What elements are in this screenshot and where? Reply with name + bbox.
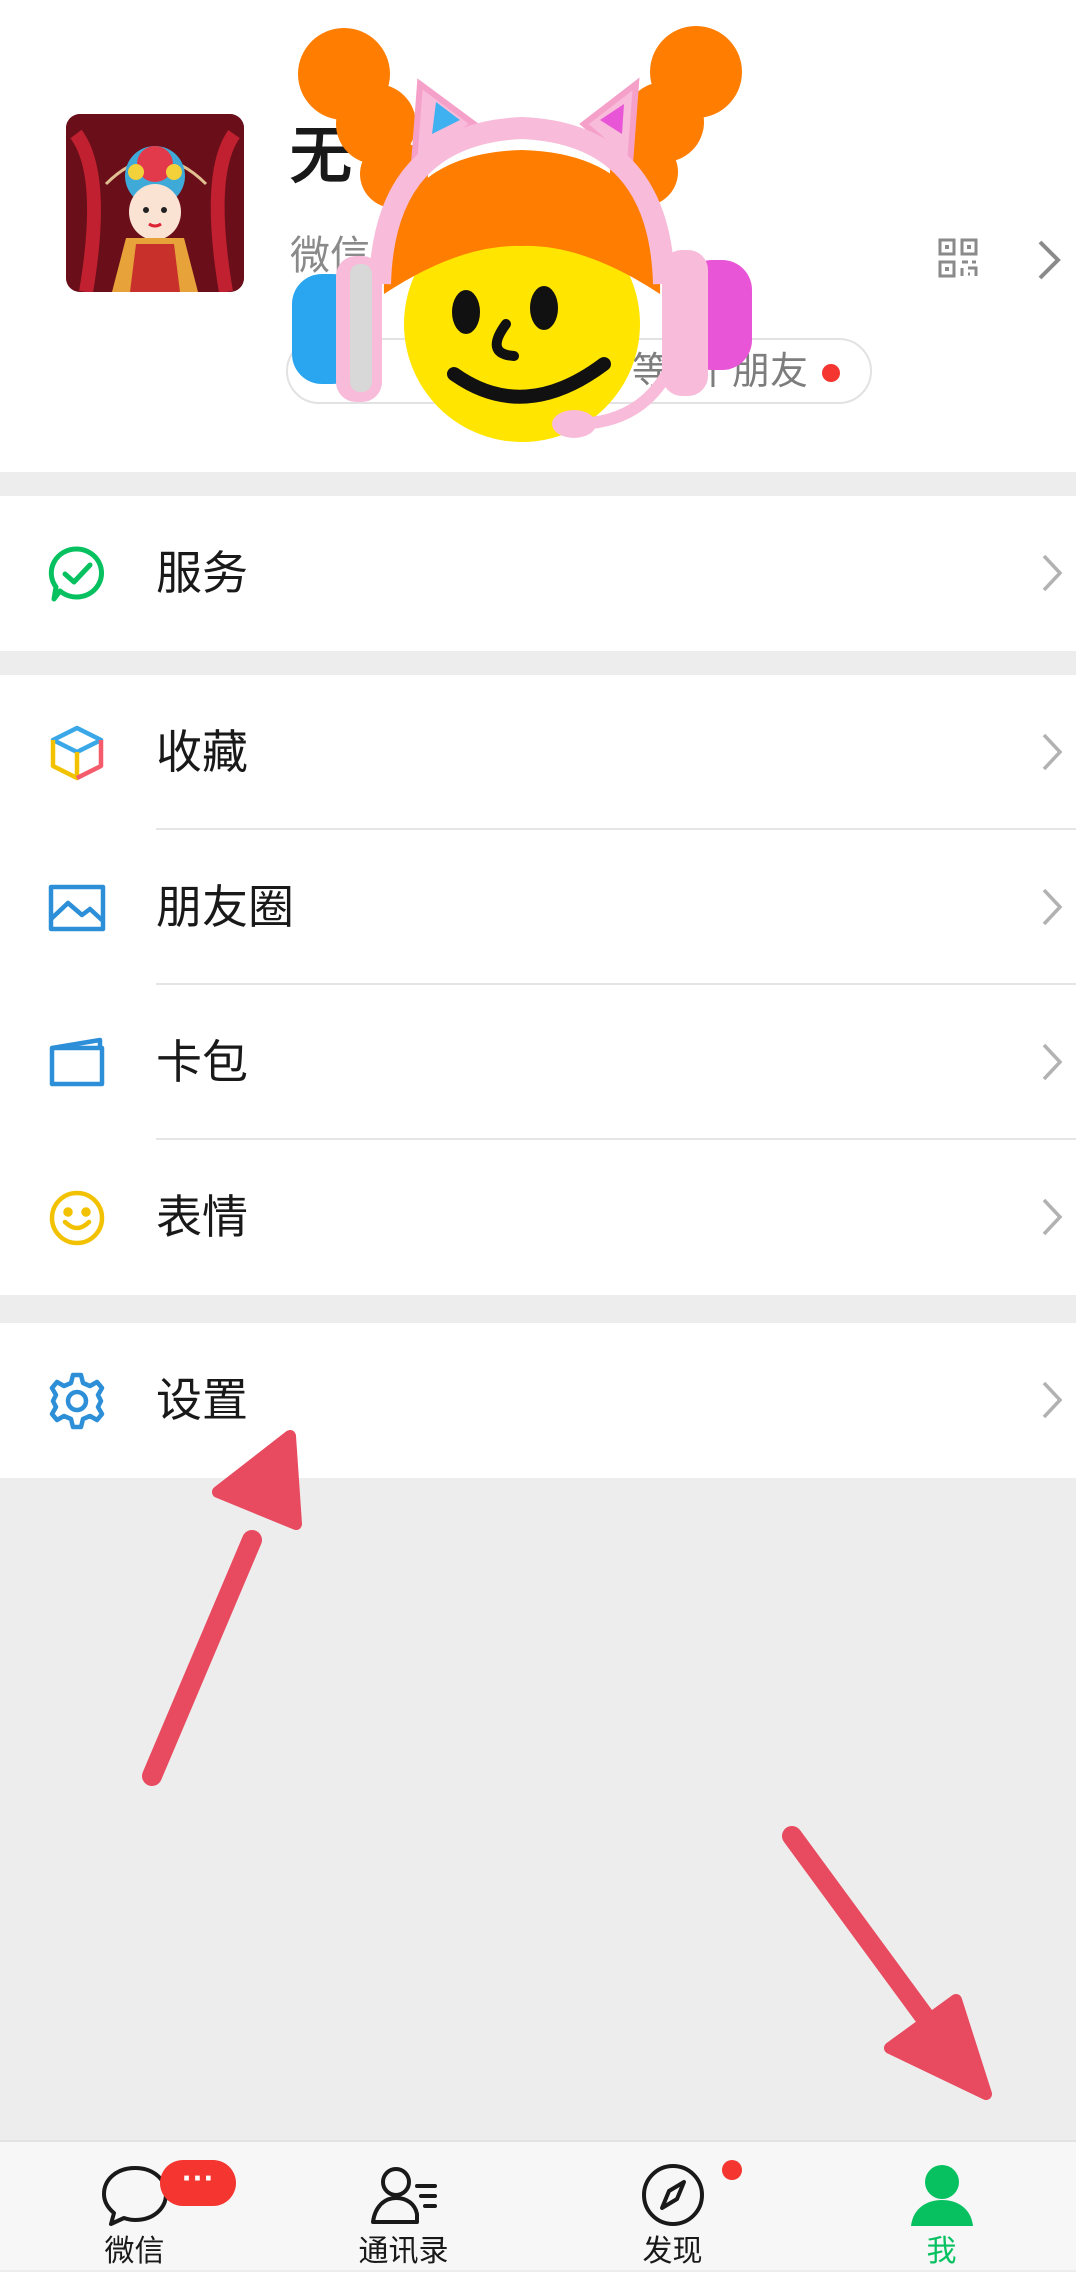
tab-chats[interactable]: 微信 ···: [0, 2142, 269, 2272]
tab-label-me: 我: [926, 2234, 957, 2269]
favorites-cube-icon: [48, 724, 106, 782]
qr-code-icon[interactable]: [938, 238, 978, 278]
tab-contacts[interactable]: 通讯录: [269, 2142, 538, 2272]
chevron-right-icon: [1040, 1379, 1064, 1421]
headset-sticker-overlay: [284, 24, 760, 464]
tab-label-chats: 微信: [104, 2234, 165, 2269]
me-tab-pointer-arrow: [782, 1826, 992, 2100]
compass-icon: [638, 2162, 708, 2228]
tab-discover[interactable]: 发现: [538, 2142, 807, 2272]
chevron-right-icon: [1040, 1041, 1064, 1083]
tab-label-discover: 发现: [642, 2234, 703, 2269]
smiley-icon: [48, 1189, 106, 1247]
menu-item-favorites[interactable]: 收藏: [0, 675, 1076, 830]
person-icon: [907, 2162, 977, 2228]
status-red-dot: [822, 364, 840, 382]
chevron-right-icon: [1040, 731, 1064, 773]
chats-unread-badge: ···: [160, 2160, 236, 2206]
settings-section: 设置: [0, 1323, 1076, 1478]
profile-header[interactable]: 无 微信 等9个朋友: [0, 0, 1076, 472]
menu-item-moments[interactable]: 朋友圈: [0, 830, 1076, 985]
menu-item-settings[interactable]: 设置: [0, 1323, 1076, 1478]
tab-me[interactable]: 我: [807, 2142, 1076, 2272]
chevron-right-icon: [1040, 886, 1064, 928]
card-wallet-icon: [48, 1034, 106, 1092]
menu-item-stickers[interactable]: 表情: [0, 1140, 1076, 1295]
gear-icon: [48, 1372, 106, 1430]
service-section: 服务: [0, 496, 1076, 651]
service-icon: [48, 545, 106, 603]
chat-bubble-icon: [100, 2162, 170, 2228]
tab-label-contacts: 通讯录: [358, 2234, 449, 2269]
menu-label-moments: 朋友圈: [156, 880, 294, 934]
features-section: 收藏 朋友圈 卡包 表情: [0, 675, 1076, 1295]
profile-chevron-right-icon[interactable]: [1034, 236, 1064, 284]
menu-label-stickers: 表情: [156, 1190, 248, 1244]
bottom-tab-bar: 微信 ··· 通讯录 发现 我: [0, 2140, 1076, 2270]
user-avatar[interactable]: [66, 114, 244, 292]
chevron-right-icon: [1040, 1196, 1064, 1238]
menu-item-service[interactable]: 服务: [0, 496, 1076, 651]
chevron-right-icon: [1040, 552, 1064, 594]
moments-image-icon: [48, 879, 106, 937]
menu-label-cards: 卡包: [156, 1035, 248, 1089]
settings-pointer-arrow: [142, 1430, 302, 1786]
menu-label-service: 服务: [156, 546, 248, 600]
menu-label-settings: 设置: [156, 1373, 248, 1427]
discover-red-dot: [722, 2160, 742, 2180]
menu-label-favorites: 收藏: [156, 725, 248, 779]
menu-item-cards[interactable]: 卡包: [0, 985, 1076, 1140]
contacts-icon: [369, 2162, 439, 2228]
